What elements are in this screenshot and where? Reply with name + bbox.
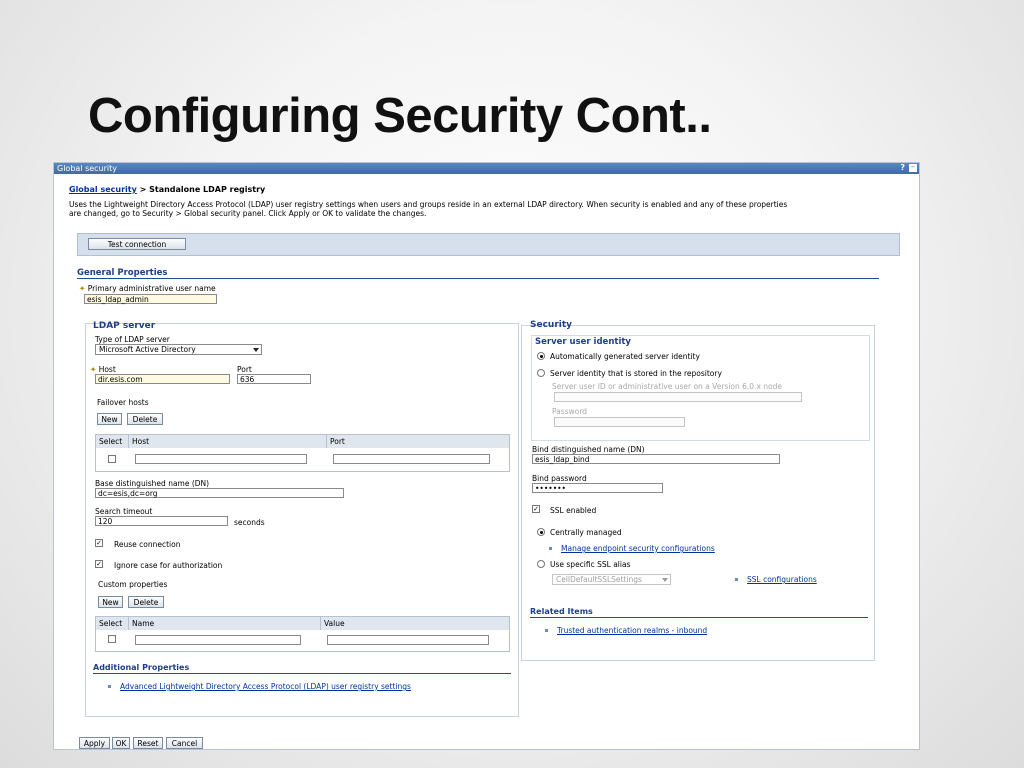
base-dn-input[interactable]: dc=esis,dc=org [95, 488, 344, 498]
column-header-host: Host [129, 435, 327, 448]
apply-button[interactable]: Apply [79, 737, 110, 749]
ldap-server-heading: LDAP server [93, 321, 156, 331]
breadcrumb-global-security-link[interactable]: Global security [69, 185, 137, 194]
breadcrumb-current: Standalone LDAP registry [149, 185, 266, 194]
custom-properties-label: Custom properties [98, 580, 168, 589]
ldap-type-value: Microsoft Active Directory [99, 345, 196, 354]
server-identity-heading: Server user identity [535, 337, 631, 347]
help-icon[interactable]: ? [900, 163, 905, 172]
security-heading: Security [530, 320, 573, 330]
column-header-name: Name [129, 617, 321, 630]
reset-button[interactable]: Reset [133, 737, 163, 749]
custom-new-button[interactable]: New [98, 596, 123, 608]
specific-alias-label: Use specific SSL alias [550, 560, 631, 569]
auto-identity-label: Automatically generated server identity [550, 352, 700, 361]
general-properties-divider [77, 278, 879, 279]
ldap-type-label: Type of LDAP server [95, 335, 170, 344]
failover-delete-button[interactable]: Delete [127, 413, 163, 425]
minimize-icon[interactable]: – [909, 163, 917, 172]
failover-hosts-table: Select Host Port [95, 434, 510, 472]
centrally-managed-radio[interactable] [537, 528, 545, 536]
custom-value-input[interactable] [327, 635, 489, 645]
column-header-select: Select [96, 435, 129, 448]
seconds-label: seconds [234, 518, 265, 527]
description-line-2: are changed, go to Security > Global sec… [69, 209, 427, 218]
custom-row-checkbox[interactable] [108, 635, 116, 643]
manage-endpoint-link[interactable]: Manage endpoint security configurations [561, 544, 715, 553]
test-connection-bar: Test connection [77, 233, 900, 256]
trusted-realms-link[interactable]: Trusted authentication realms - inbound [557, 626, 707, 635]
description-line-1: Uses the Lightweight Directory Access Pr… [69, 200, 788, 209]
search-timeout-input[interactable]: 120 [95, 516, 228, 526]
advanced-ldap-settings-link[interactable]: Advanced Lightweight Directory Access Pr… [120, 682, 411, 691]
bullet-icon [108, 685, 111, 688]
reuse-connection-label: Reuse connection [114, 540, 181, 549]
chevron-down-icon [662, 578, 668, 582]
host-label: Host [98, 365, 116, 374]
window-title: Global security [57, 164, 118, 173]
required-icon: ✦ [90, 365, 97, 374]
search-timeout-label: Search timeout [95, 507, 153, 516]
ldap-type-select[interactable]: Microsoft Active Directory [95, 344, 262, 355]
column-header-port: Port [327, 435, 509, 448]
auto-identity-radio[interactable] [537, 352, 545, 360]
reuse-connection-checkbox[interactable]: ✓ [95, 539, 103, 547]
related-items-heading: Related Items [530, 607, 593, 616]
ssl-enabled-checkbox[interactable]: ✓ [532, 505, 540, 513]
additional-properties-divider [93, 673, 511, 674]
base-dn-label: Base distinguished name (DN) [95, 479, 210, 488]
bullet-icon [545, 629, 548, 632]
custom-properties-table: Select Name Value [95, 616, 510, 652]
bind-dn-input[interactable]: esis_ldap_bind [532, 454, 780, 464]
bind-dn-label: Bind distinguished name (DN) [532, 445, 645, 454]
port-label: Port [237, 365, 252, 374]
custom-delete-button[interactable]: Delete [128, 596, 164, 608]
bind-password-label: Bind password [532, 474, 587, 483]
primary-admin-label-row: ✦ Primary administrative user name [79, 284, 216, 293]
global-security-window: Global security ? – Global security > St… [53, 162, 920, 750]
required-icon: ✦ [79, 284, 86, 293]
port-input[interactable]: 636 [237, 374, 311, 384]
ssl-configurations-link[interactable]: SSL configurations [747, 575, 817, 584]
failover-new-button[interactable]: New [97, 413, 122, 425]
server-user-id-input [554, 392, 802, 402]
window-titlebar: Global security ? – [54, 163, 919, 174]
breadcrumb-separator: > [139, 185, 147, 194]
ok-button[interactable]: OK [112, 737, 130, 749]
column-header-value: Value [321, 617, 509, 630]
host-input[interactable]: dir.esis.com [95, 374, 230, 384]
host-label-row: ✦ Host [90, 365, 116, 374]
failover-port-input[interactable] [333, 454, 490, 464]
bullet-icon [549, 547, 552, 550]
failover-row-checkbox[interactable] [108, 455, 116, 463]
ignore-case-label: Ignore case for authorization [114, 561, 223, 570]
general-properties-heading: General Properties [77, 268, 168, 278]
test-connection-button[interactable]: Test connection [88, 238, 186, 250]
centrally-managed-label: Centrally managed [550, 528, 622, 537]
failover-host-input[interactable] [135, 454, 307, 464]
ssl-alias-select: CellDefaultSSLSettings [552, 574, 671, 585]
stored-identity-radio[interactable] [537, 369, 545, 377]
specific-alias-radio[interactable] [537, 560, 545, 568]
primary-admin-input[interactable]: esis_ldap_admin [84, 294, 217, 304]
bind-password-input[interactable]: ••••••• [532, 483, 663, 493]
failover-hosts-label: Failover hosts [97, 398, 149, 407]
stored-identity-label: Server identity that is stored in the re… [550, 369, 722, 378]
related-items-divider [530, 617, 868, 618]
ssl-enabled-label: SSL enabled [550, 506, 597, 515]
password-label: Password [552, 407, 588, 416]
cancel-button[interactable]: Cancel [166, 737, 203, 749]
password-input [554, 417, 685, 427]
custom-name-input[interactable] [135, 635, 301, 645]
additional-properties-heading: Additional Properties [93, 663, 190, 672]
ignore-case-checkbox[interactable]: ✓ [95, 560, 103, 568]
ssl-alias-value: CellDefaultSSLSettings [556, 575, 642, 584]
bullet-icon [735, 578, 738, 581]
chevron-down-icon [253, 348, 259, 352]
primary-admin-label: Primary administrative user name [87, 284, 216, 293]
column-header-select: Select [96, 617, 129, 630]
breadcrumb: Global security > Standalone LDAP regist… [69, 185, 265, 194]
server-user-id-label: Server user ID or administrative user on… [552, 382, 782, 391]
slide-title: Configuring Security Cont.. [88, 89, 712, 143]
